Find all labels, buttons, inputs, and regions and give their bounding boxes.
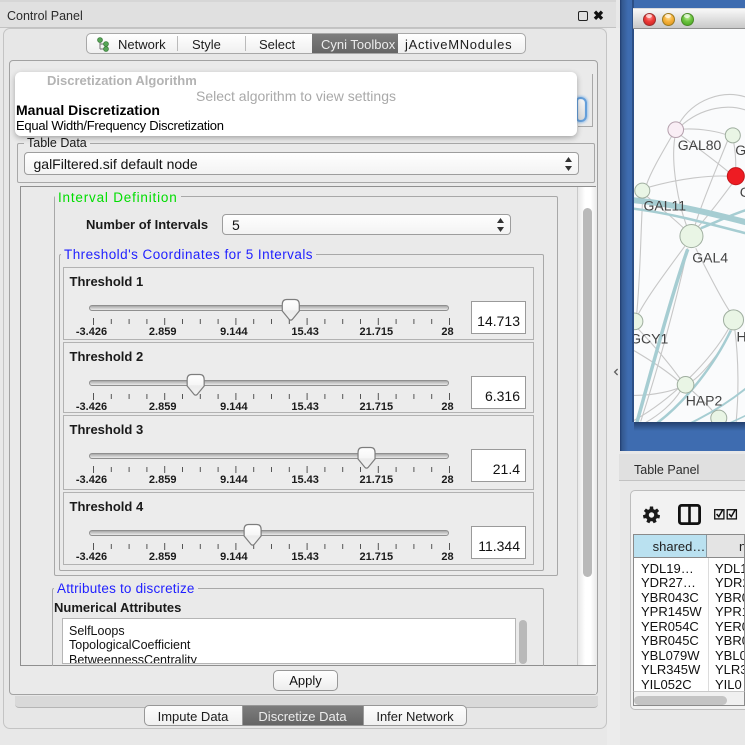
- svg-text:15.43: 15.43: [291, 551, 319, 563]
- svg-text:HAP2: HAP2: [685, 392, 722, 408]
- svg-text:21.715: 21.715: [359, 474, 393, 486]
- svg-text:-3.426: -3.426: [75, 551, 106, 563]
- svg-text:15.43: 15.43: [291, 474, 319, 486]
- svg-text:9.144: 9.144: [220, 326, 248, 338]
- svg-text:-3.426: -3.426: [75, 401, 106, 412]
- svg-text:C: C: [739, 184, 745, 200]
- svg-text:GA: GA: [735, 142, 745, 158]
- svg-text:9.144: 9.144: [220, 401, 248, 412]
- svg-text:2.859: 2.859: [148, 474, 176, 486]
- svg-text:9.144: 9.144: [220, 551, 248, 563]
- svg-text:28: 28: [441, 551, 453, 563]
- svg-text:21.715: 21.715: [359, 401, 393, 412]
- svg-text:28: 28: [441, 474, 453, 486]
- svg-text:9.144: 9.144: [220, 474, 248, 486]
- svg-text:15.43: 15.43: [291, 401, 319, 412]
- svg-text:H: H: [736, 328, 745, 344]
- svg-text:GAL80: GAL80: [677, 137, 721, 153]
- svg-text:GCY1: GCY1: [634, 330, 669, 346]
- svg-text:21.715: 21.715: [359, 326, 393, 338]
- svg-text:2.859: 2.859: [148, 326, 176, 338]
- svg-text:2.859: 2.859: [148, 551, 176, 563]
- svg-text:GAL11: GAL11: [643, 198, 686, 214]
- svg-text:28: 28: [441, 326, 453, 338]
- svg-text:15.43: 15.43: [291, 326, 319, 338]
- svg-text:2.859: 2.859: [148, 401, 176, 412]
- svg-text:-3.426: -3.426: [75, 474, 106, 486]
- svg-text:-3.426: -3.426: [75, 326, 106, 338]
- svg-text:21.715: 21.715: [359, 551, 393, 563]
- svg-text:28: 28: [441, 401, 453, 412]
- svg-text:GAL4: GAL4: [692, 249, 728, 265]
